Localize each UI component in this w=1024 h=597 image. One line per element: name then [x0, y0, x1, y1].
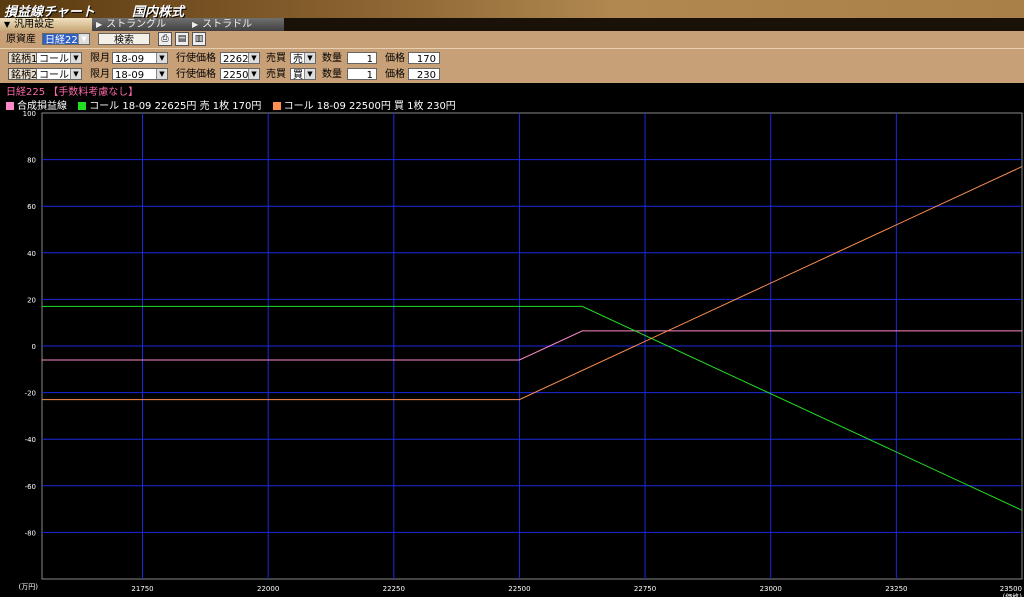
- legs-panel: 銘柄1 コール ▼ 限月 18-09 ▼ 行使価格 22625 ▼ 売買 売 ▼ 数量 …: [0, 48, 1024, 83]
- leg1-side-value: 売: [293, 54, 303, 65]
- y-tick-label: 20: [27, 296, 36, 304]
- x-tick-label: 23000: [760, 585, 782, 593]
- chevron-down-icon: ▼: [248, 69, 259, 79]
- leg2-qty-input[interactable]: 1: [347, 68, 377, 81]
- leg1-type-value: コール: [39, 54, 69, 65]
- leg1-price-input[interactable]: 170: [408, 52, 440, 65]
- legend-swatch: [272, 102, 281, 110]
- chevron-down-icon: ▼: [156, 53, 167, 63]
- leg1-side-label: 売買: [266, 53, 286, 64]
- chart-heading: 日経225 【手数料考慮なし】: [6, 87, 139, 98]
- tab-label: ストラングル: [106, 19, 167, 30]
- chart-icon[interactable]: ▥: [192, 32, 206, 46]
- document-icon[interactable]: ▤: [175, 32, 189, 46]
- y-tick-label: -40: [25, 436, 36, 444]
- chevron-down-icon: ▼: [304, 53, 315, 63]
- leg2-side-label: 売買: [266, 69, 286, 80]
- leg2-month-value: 18-09: [115, 70, 145, 81]
- chevron-down-icon: ▼: [78, 34, 89, 44]
- triangle-down-icon: ▼: [4, 20, 11, 29]
- y-tick-label: -20: [25, 390, 36, 398]
- chevron-down-icon: ▼: [70, 69, 81, 79]
- x-tick-label: 22250: [383, 585, 405, 593]
- leg1-qty-input[interactable]: 1: [347, 52, 377, 65]
- tab-label: 汎用設定: [14, 19, 55, 30]
- leg1-type-select[interactable]: コール ▼: [36, 52, 82, 65]
- y-tick-label: -60: [25, 483, 36, 491]
- y-tick-label: 60: [27, 203, 36, 211]
- x-tick-label: 21750: [131, 585, 153, 593]
- profit-loss-chart: 21750 22000 22250 22500 22750 23000 23250 23500…: [19, 110, 1023, 597]
- triangle-right-icon: ▶: [96, 20, 103, 29]
- leg2-type-value: コール: [39, 70, 69, 81]
- tab-straddle[interactable]: ▶ ストラドル: [188, 18, 284, 31]
- leg2-side-select[interactable]: 買 ▼: [290, 68, 316, 81]
- leg2-price-label: 価格: [385, 69, 405, 80]
- legend-swatch: [78, 102, 87, 110]
- underlying-select[interactable]: 日経225 ▼: [42, 33, 90, 46]
- x-tick-label: 23250: [885, 585, 907, 593]
- leg1-qty-label: 数量: [322, 53, 342, 64]
- tab-general-settings[interactable]: ▼ 汎用設定: [0, 18, 92, 31]
- print-icon[interactable]: ⎙: [158, 32, 172, 46]
- leg2-side-value: 買: [293, 70, 303, 81]
- leg2-strike-label: 行使価格: [176, 69, 216, 80]
- leg1-strike-select[interactable]: 22625 ▼: [220, 52, 260, 65]
- leg2-month-label: 限月: [90, 69, 110, 80]
- leg2-month-select[interactable]: 18-09 ▼: [112, 68, 168, 81]
- tab-strangle[interactable]: ▶ ストラングル: [92, 18, 188, 31]
- y-tick-label: 0: [32, 343, 36, 351]
- leg2-type-select[interactable]: コール ▼: [36, 68, 82, 81]
- leg2-strike-select[interactable]: 22500 ▼: [220, 68, 260, 81]
- y-tick-label: 100: [23, 110, 36, 118]
- tab-bar: ▼ 汎用設定 ▶ ストラングル ▶ ストラドル: [0, 18, 1024, 31]
- x-axis-unit-label: (価格): [1003, 592, 1023, 597]
- leg2-price-input[interactable]: 230: [408, 68, 440, 81]
- leg2-qty-label: 数量: [322, 69, 342, 80]
- chevron-down-icon: ▼: [248, 53, 259, 63]
- y-axis-unit-label: (万円): [19, 583, 39, 591]
- leg1-month-label: 限月: [90, 53, 110, 64]
- chart-info: 日経225 【手数料考慮なし】 合成損益線 コール 18-09 22625円 売…: [0, 83, 1024, 112]
- chevron-down-icon: ▼: [70, 53, 81, 63]
- chevron-down-icon: ▼: [156, 69, 167, 79]
- x-tick-label: 22500: [508, 585, 530, 593]
- title-bar: 損益線チャート 国内株式: [0, 0, 1024, 20]
- search-button[interactable]: 検索: [98, 33, 150, 46]
- x-tick-label: 22750: [634, 585, 656, 593]
- leg1-price-label: 価格: [385, 53, 405, 64]
- leg1-month-value: 18-09: [115, 54, 145, 65]
- underlying-row: 原資産 日経225 ▼ 検索 ⎙ ▤ ▥: [0, 31, 1024, 48]
- leg1-strike-label: 行使価格: [176, 53, 216, 64]
- leg1-month-select[interactable]: 18-09 ▼: [112, 52, 168, 65]
- y-tick-label: 40: [27, 250, 36, 258]
- y-tick-label: -80: [25, 529, 36, 537]
- underlying-label: 原資産: [6, 34, 36, 45]
- tab-label: ストラドル: [202, 19, 253, 30]
- legend-swatch: [6, 102, 14, 110]
- leg1-side-select[interactable]: 売 ▼: [290, 52, 316, 65]
- x-tick-label: 23500: [1000, 585, 1022, 593]
- x-tick-label: 22000: [257, 585, 279, 593]
- chevron-down-icon: ▼: [304, 69, 315, 79]
- y-tick-label: 80: [27, 157, 36, 165]
- triangle-right-icon: ▶: [192, 20, 199, 29]
